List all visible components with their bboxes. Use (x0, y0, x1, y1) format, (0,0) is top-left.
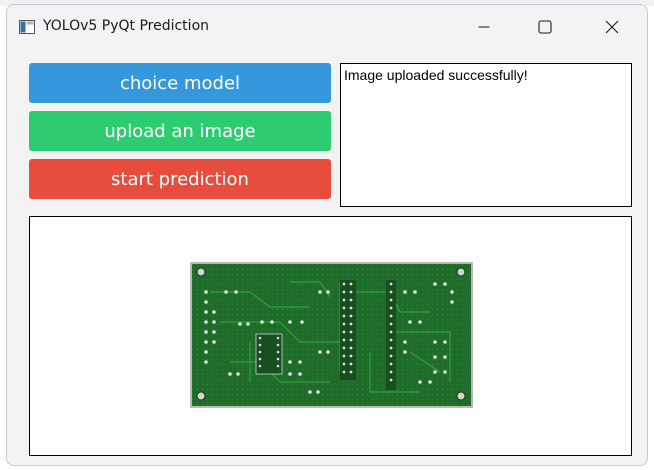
maximize-button[interactable] (522, 5, 568, 49)
close-button[interactable] (589, 5, 635, 49)
choice-model-button[interactable]: choice model (29, 63, 331, 103)
minimize-button[interactable] (461, 5, 507, 49)
pcb-board-image (190, 262, 473, 408)
app-window-icon (19, 20, 35, 34)
minimize-icon (478, 26, 490, 28)
close-icon (605, 20, 619, 34)
title-bar[interactable]: YOLOv5 PyQt Prediction (7, 5, 647, 49)
window-title: YOLOv5 PyQt Prediction (43, 18, 210, 34)
status-message: Image uploaded successfully! (344, 67, 528, 83)
image-display-panel (29, 216, 632, 456)
app-window: YOLOv5 PyQt Prediction choice model uplo… (6, 4, 648, 466)
upload-image-button[interactable]: upload an image (29, 111, 331, 151)
status-log-box[interactable]: Image uploaded successfully! (340, 63, 632, 207)
maximize-icon (538, 20, 552, 34)
start-prediction-button[interactable]: start prediction (29, 159, 331, 199)
